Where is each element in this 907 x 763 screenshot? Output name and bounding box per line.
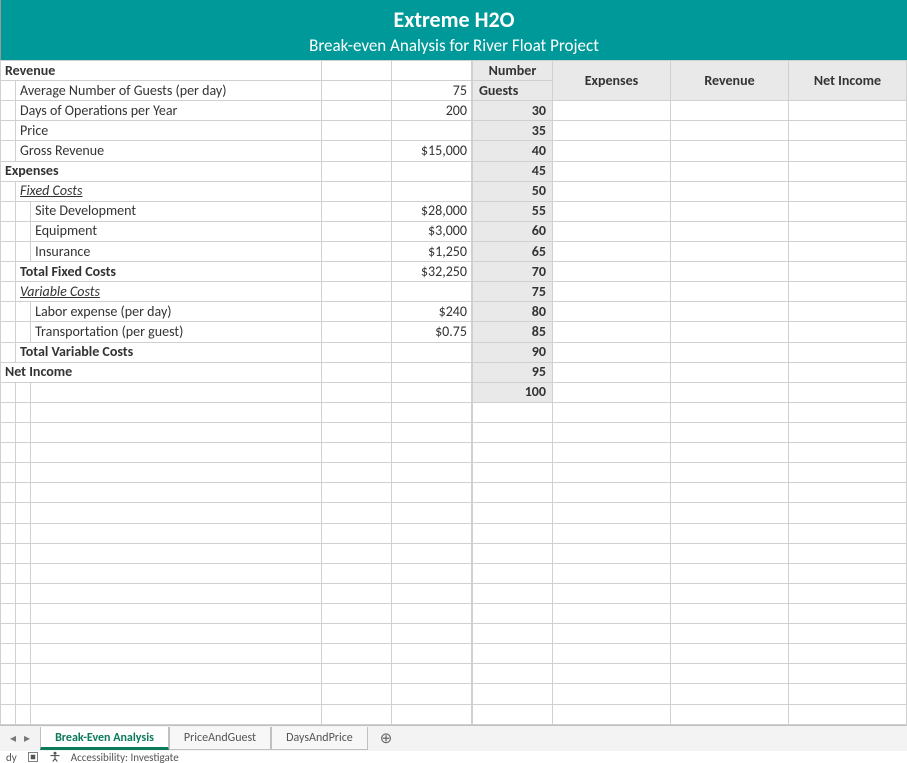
tab-nav-arrows: ◂ ▸: [0, 731, 40, 746]
table-row: 55: [473, 201, 907, 221]
sheet-tab-bar: ◂ ▸ Break-Even Analysis PriceAndGuest Da…: [0, 725, 907, 751]
row-labor: Labor expense (per day) $240: [1, 302, 472, 322]
label-expenses[interactable]: Expenses: [1, 161, 322, 181]
row-variable-costs: Variable Costs: [1, 282, 472, 302]
value-labor[interactable]: $240: [391, 302, 471, 322]
table-row: 35: [473, 121, 907, 141]
value-net-income[interactable]: [391, 362, 471, 382]
label-variable-costs[interactable]: Variable Costs: [16, 282, 322, 302]
head-guests[interactable]: Guests: [473, 81, 553, 101]
value-avg-guests[interactable]: 75: [391, 81, 471, 101]
row-avg-guests: Average Number of Guests (per day) 75: [1, 81, 472, 101]
label-equipment[interactable]: Equipment: [31, 221, 322, 241]
value-price[interactable]: [391, 121, 471, 141]
nav-next-icon[interactable]: ▸: [24, 731, 30, 746]
value-transport[interactable]: $0.75: [391, 322, 471, 342]
value-site-dev[interactable]: $28,000: [391, 201, 471, 221]
row-site-dev: Site Development $28,000: [1, 201, 472, 221]
head-number[interactable]: Number: [473, 61, 553, 81]
row-fixed-costs: Fixed Costs: [1, 181, 472, 201]
head-revenue[interactable]: Revenue: [671, 61, 789, 101]
table-row: 100: [473, 382, 907, 402]
row-total-variable: Total Variable Costs: [1, 342, 472, 362]
row-expenses: Expenses: [1, 161, 472, 181]
head-expenses[interactable]: Expenses: [553, 61, 671, 101]
value-total-fixed[interactable]: $32,250: [391, 262, 471, 282]
label-fixed-costs[interactable]: Fixed Costs: [16, 181, 322, 201]
status-ready: dy: [6, 751, 17, 763]
table-row: 70: [473, 262, 907, 282]
table-row: 85: [473, 322, 907, 342]
title-main: Extreme H2O: [1, 6, 907, 33]
scenario-grid[interactable]: Number Expenses Revenue Net Income Guest…: [472, 60, 907, 725]
title-banner: Extreme H2O Break-even Analysis for Rive…: [0, 0, 907, 60]
accessibility-icon[interactable]: [49, 751, 61, 763]
status-accessibility[interactable]: Accessibility: Investigate: [71, 751, 179, 763]
label-transport[interactable]: Transportation (per guest): [31, 322, 322, 342]
label-total-fixed[interactable]: Total Fixed Costs: [16, 262, 322, 282]
table-row: 60: [473, 221, 907, 241]
table-row: 45: [473, 161, 907, 181]
row-head-1: Number Expenses Revenue Net Income: [473, 61, 907, 81]
row-gross-rev: Gross Revenue $15,000: [1, 141, 472, 161]
revenue-expense-grid[interactable]: Revenue Average Number of Guests (per da…: [0, 60, 472, 725]
spreadsheet-body: Revenue Average Number of Guests (per da…: [0, 60, 907, 725]
row-transport: Transportation (per guest) $0.75: [1, 322, 472, 342]
label-revenue[interactable]: Revenue: [1, 61, 322, 81]
tab-days-and-price[interactable]: DaysAndPrice: [271, 727, 368, 750]
row-revenue: Revenue: [1, 61, 472, 81]
value-days-ops[interactable]: 200: [391, 101, 471, 121]
value-total-variable[interactable]: [391, 342, 471, 362]
label-price[interactable]: Price: [16, 121, 322, 141]
row-days-ops: Days of Operations per Year 200: [1, 101, 472, 121]
table-row: 90: [473, 342, 907, 362]
label-total-variable[interactable]: Total Variable Costs: [16, 342, 322, 362]
value-gross-rev[interactable]: $15,000: [391, 141, 471, 161]
value-insurance[interactable]: $1,250: [391, 241, 471, 261]
value-equipment[interactable]: $3,000: [391, 221, 471, 241]
table-row: 65: [473, 241, 907, 261]
nav-prev-icon[interactable]: ◂: [10, 731, 16, 746]
head-net[interactable]: Net Income: [789, 61, 907, 101]
row-price: Price: [1, 121, 472, 141]
label-insurance[interactable]: Insurance: [31, 241, 322, 261]
label-labor[interactable]: Labor expense (per day): [31, 302, 322, 322]
label-gross-rev[interactable]: Gross Revenue: [16, 141, 322, 161]
label-site-dev[interactable]: Site Development: [31, 201, 322, 221]
table-row: 80: [473, 302, 907, 322]
row-equipment: Equipment $3,000: [1, 221, 472, 241]
tab-price-and-guest[interactable]: PriceAndGuest: [169, 727, 271, 750]
label-avg-guests[interactable]: Average Number of Guests (per day): [16, 81, 322, 101]
table-row: 95: [473, 362, 907, 382]
add-sheet-button[interactable]: ⊕: [368, 729, 405, 748]
row-insurance: Insurance $1,250: [1, 241, 472, 261]
table-row: 40: [473, 141, 907, 161]
row-net-income: Net Income: [1, 362, 472, 382]
label-net-income[interactable]: Net Income: [1, 362, 322, 382]
table-row: 50: [473, 181, 907, 201]
tab-break-even[interactable]: Break-Even Analysis: [40, 727, 169, 750]
label-days-ops[interactable]: Days of Operations per Year: [16, 101, 322, 121]
title-sub: Break-even Analysis for River Float Proj…: [1, 35, 907, 56]
row-total-fixed: Total Fixed Costs $32,250: [1, 262, 472, 282]
table-row: 30: [473, 101, 907, 121]
macro-icon[interactable]: [27, 751, 39, 763]
table-row: 75: [473, 282, 907, 302]
status-bar: dy Accessibility: Investigate: [0, 751, 907, 763]
